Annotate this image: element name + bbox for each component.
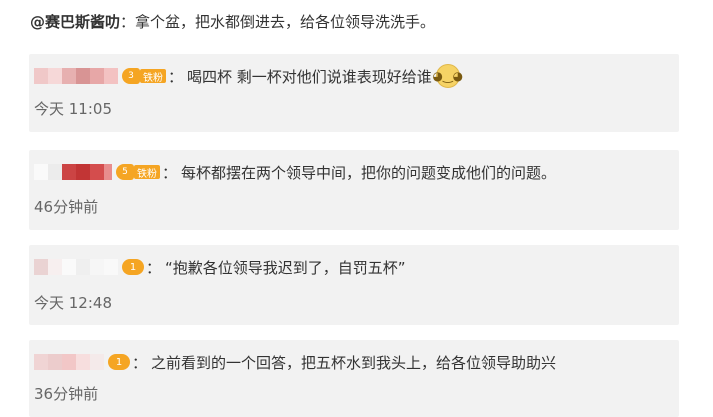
blurred-username[interactable]	[34, 259, 118, 275]
reply-timestamp: 46分钟前	[34, 198, 99, 216]
fan-level-badge-icon: 1	[122, 259, 144, 275]
fan-level-number: 1	[115, 356, 123, 368]
post-colon: ：	[120, 13, 136, 31]
reply-text: 每杯都摆在两个领导中间，把你的问题变成他们的问题。	[181, 163, 557, 182]
reply-line: 1 ： “抱歉各位领导我迟到了，自罚五杯”	[34, 255, 406, 279]
reply-text: 之前看到的一个回答，把五杯水到我头上，给各位领导助助兴	[151, 353, 557, 372]
blurred-username[interactable]	[34, 354, 104, 370]
reply-line: 3 铁粉 ： 喝四杯 剩一杯对他们说谁表现好给谁 ◕‿◕	[34, 64, 463, 88]
reply-timestamp: 36分钟前	[34, 385, 99, 403]
reply-text: “抱歉各位领导我迟到了，自罚五杯”	[165, 258, 406, 277]
fan-level-badge-icon: 5	[116, 164, 134, 180]
blurred-username[interactable]	[34, 164, 112, 180]
reply-timestamp: 今天 11:05	[34, 100, 112, 118]
post-content: 拿个盆，把水都倒进去，给各位领导洗洗手。	[135, 13, 436, 31]
fan-level-badge-icon: 3	[122, 68, 140, 84]
reply-card: 3 铁粉 ： 喝四杯 剩一杯对他们说谁表现好给谁 ◕‿◕ 今天 11:05	[29, 54, 679, 132]
reply-colon: ：	[146, 258, 162, 277]
reply-line: 1 ： 之前看到的一个回答，把五杯水到我头上，给各位领导助助兴	[34, 350, 556, 374]
reply-colon: ：	[162, 163, 178, 182]
reply-text: 喝四杯 剩一杯对他们说谁表现好给谁	[187, 67, 432, 86]
fan-level-number: 5	[122, 167, 128, 177]
reply-card: 1 ： “抱歉各位领导我迟到了，自罚五杯” 今天 12:48	[29, 245, 679, 325]
post-author-link[interactable]: @赛巴斯酱叻	[30, 13, 120, 31]
iron-fan-badge: 铁粉	[134, 165, 160, 180]
fan-level-number: 1	[129, 261, 137, 273]
doge-emoji-icon: ◕‿◕	[433, 64, 463, 88]
reply-timestamp: 今天 12:48	[34, 294, 112, 312]
reply-card: 1 ： 之前看到的一个回答，把五杯水到我头上，给各位领导助助兴 36分钟前	[29, 340, 679, 417]
weibo-post-text: @赛巴斯酱叻：拿个盆，把水都倒进去，给各位领导洗洗手。	[30, 10, 435, 34]
reply-line: 5 铁粉 ： 每杯都摆在两个领导中间，把你的问题变成他们的问题。	[34, 160, 556, 184]
blurred-username[interactable]	[34, 68, 118, 84]
iron-fan-badge: 铁粉	[140, 69, 166, 84]
reply-card: 5 铁粉 ： 每杯都摆在两个领导中间，把你的问题变成他们的问题。 46分钟前	[29, 150, 679, 230]
reply-colon: ：	[168, 67, 184, 86]
reply-colon: ：	[132, 353, 148, 372]
fan-level-number: 3	[128, 71, 134, 81]
fan-level-badge-icon: 1	[108, 354, 130, 370]
